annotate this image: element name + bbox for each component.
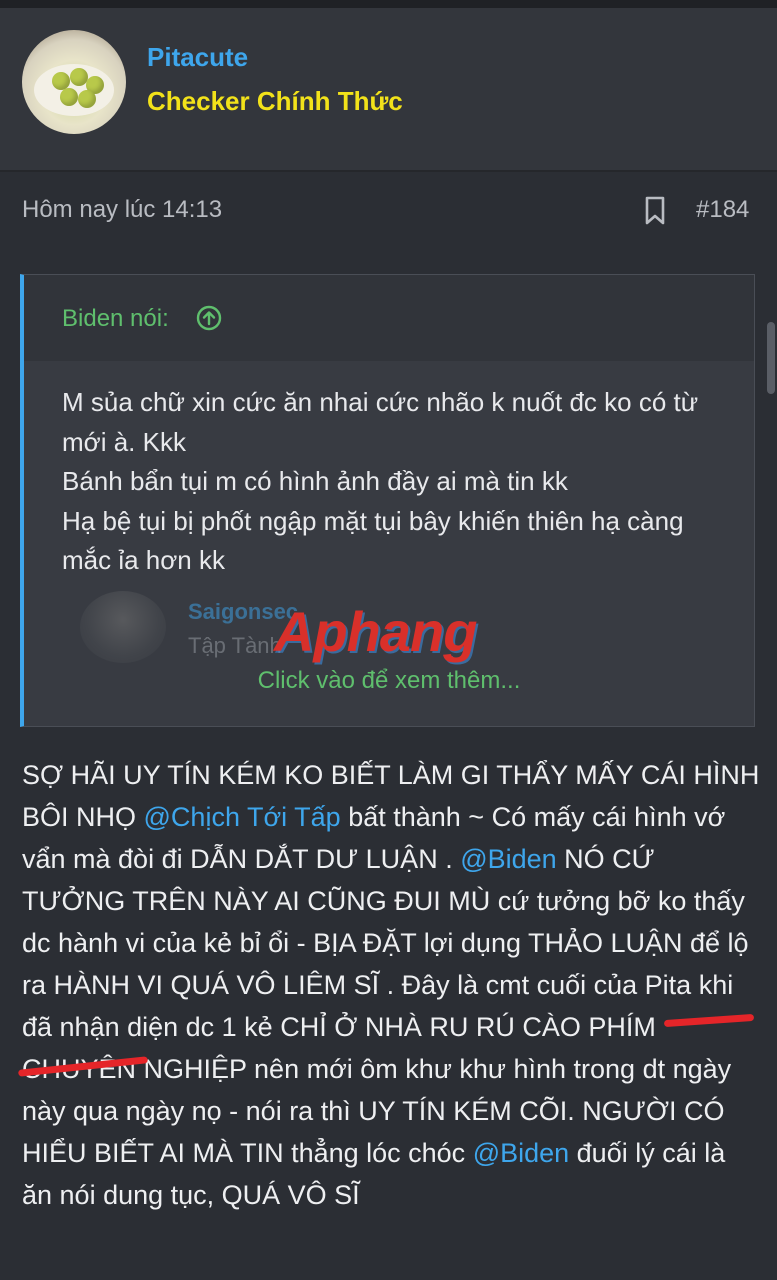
divider	[0, 170, 777, 172]
post-time[interactable]: Hôm nay lúc 14:13	[22, 196, 222, 224]
expand-quote-link[interactable]: Click vào để xem thêm...	[24, 667, 754, 695]
mention-link[interactable]: @Chịch Tới Tấp	[144, 802, 341, 832]
avatar[interactable]	[22, 30, 126, 134]
quote-header: Biden nói:	[24, 275, 754, 361]
scrollbar[interactable]	[767, 322, 775, 394]
quote-line: M sủa chữ xin cức ăn nhai cức nhão k nuố…	[62, 387, 699, 457]
nested-user-title: Tập Tành	[188, 633, 282, 658]
username[interactable]: Pitacute	[147, 42, 248, 73]
post-number[interactable]: #184	[696, 196, 749, 224]
quote-block: Biden nói: M sủa chữ xin cức ăn nhai cức…	[20, 274, 755, 727]
user-header: Pitacute Checker Chính Thức	[0, 8, 777, 170]
user-title: Checker Chính Thức	[147, 86, 403, 116]
post-text: NÓ CỨ TƯỞNG TRÊN NÀY AI CŨNG ĐUI MÙ cứ t…	[22, 844, 749, 1168]
mention-link[interactable]: @Biden	[460, 844, 556, 874]
nested-avatar	[80, 591, 166, 663]
watermark-logo: Aphang	[274, 600, 477, 663]
quote-line: Hạ bệ tụi bị phốt ngập mặt tụi bây khiến…	[62, 505, 684, 576]
mention-link[interactable]: @Biden	[473, 1138, 569, 1168]
post-body: SỢ HÃI UY TÍN KÉM KO BIẾT LÀM GI THẨY MẤ…	[22, 754, 762, 1216]
bookmark-icon[interactable]	[644, 196, 666, 226]
quote-body: M sủa chữ xin cức ăn nhai cức nhão k nuố…	[62, 383, 712, 581]
arrow-up-circle-icon[interactable]	[196, 305, 222, 331]
top-bar	[0, 0, 777, 8]
quote-line: Bánh bẩn tụi m có hình ảnh đầy ai mà tin…	[62, 466, 568, 496]
quote-author[interactable]: Biden nói:	[62, 305, 169, 333]
